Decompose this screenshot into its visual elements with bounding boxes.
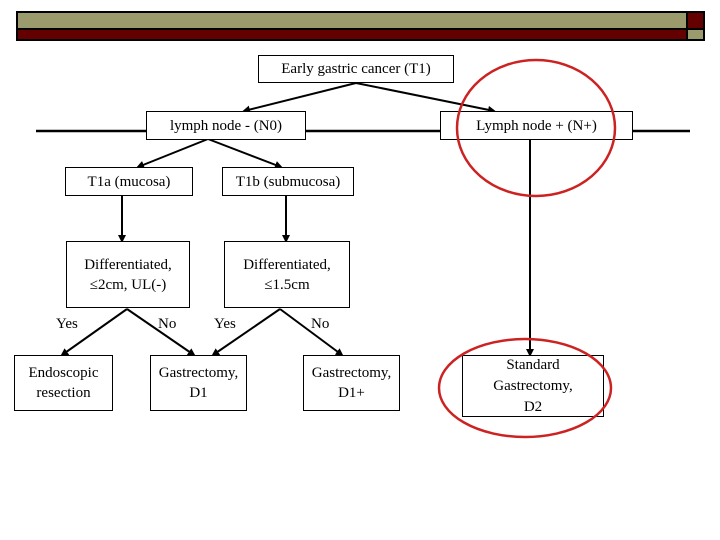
- node-differentiated-1-5cm: Differentiated, ≤1.5cm: [224, 241, 350, 308]
- node-lymph-node-negative: lymph node - (N0): [146, 111, 306, 140]
- node-early-gastric-cancer: Early gastric cancer (T1): [258, 55, 454, 83]
- node-t1a-mucosa: T1a (mucosa): [65, 167, 193, 196]
- arrow-t1-to-nplus: [355, 82, 496, 114]
- arrow-n0-to-t1a: [136, 138, 209, 169]
- node-lymph-node-positive: Lymph node + (N+): [440, 111, 633, 140]
- node-gastrectomy-d1plus: Gastrectomy, D1+: [303, 355, 400, 411]
- branch-label-b-yes: Yes: [214, 316, 236, 332]
- arrow-n0-to-t1b: [207, 138, 283, 169]
- branch-label-a-no: No: [158, 316, 177, 332]
- node-standard-gastrectomy-d2: Standard Gastrectomy, D2: [462, 355, 604, 417]
- branch-label-b-no: No: [311, 316, 330, 332]
- node-endoscopic-resection: Endoscopic resection: [14, 355, 113, 411]
- node-gastrectomy-d1: Gastrectomy, D1: [150, 355, 247, 411]
- node-differentiated-2cm: Differentiated, ≤2cm, UL(-): [66, 241, 190, 308]
- branch-label-a-yes: Yes: [56, 316, 78, 332]
- arrow-t1-to-n0: [242, 82, 357, 114]
- node-t1b-submucosa: T1b (submucosa): [222, 167, 354, 196]
